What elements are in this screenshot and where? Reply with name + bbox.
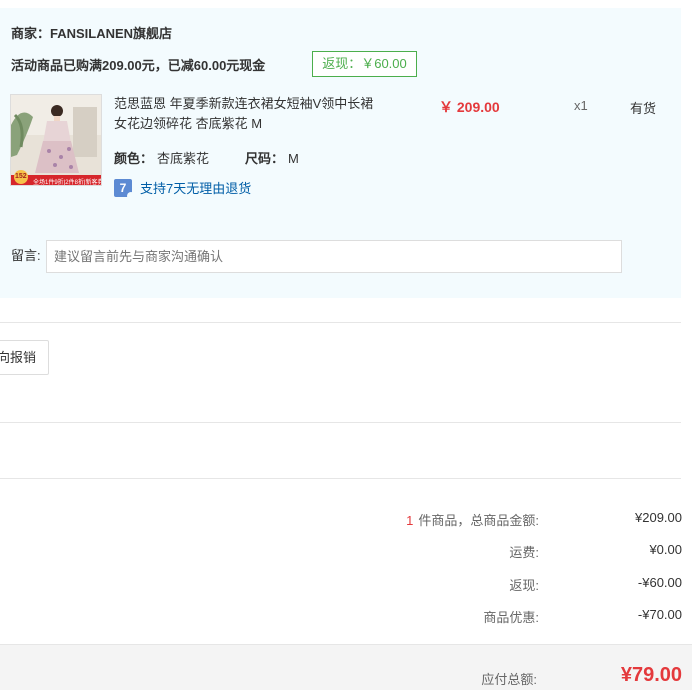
summary-discount-row: 商品优惠: -¥70.00 xyxy=(0,607,682,627)
product-specs: 颜色： 杏底紫花 尺码： M xyxy=(114,148,299,167)
payable-total-bar: 应付总额: ¥79.00 xyxy=(0,644,692,690)
discount-label: 商品优惠: xyxy=(483,610,539,625)
return-policy-text: 支持7天无理由退货 xyxy=(140,181,252,196)
remark-input[interactable] xyxy=(46,240,622,273)
rebate-value: -¥60.00 xyxy=(637,575,682,590)
section-divider xyxy=(0,478,681,479)
item-count: 1 xyxy=(406,513,414,528)
color-label: 颜色： xyxy=(114,151,154,166)
seven-day-return-link[interactable]: 7 支持7天无理由退货 xyxy=(114,178,252,200)
shipping-label: 运费: xyxy=(509,545,539,560)
product-title-link[interactable]: 范思蓝恩 年夏季新款连衣裙女短袖V领中长裙 女花边领碎花 杏底紫花 M xyxy=(114,94,414,134)
payable-total-label: 应付总额: xyxy=(481,672,537,687)
summary-shipping-row: 运费: ¥0.00 xyxy=(0,542,682,562)
product-price: ￥ 209.00 xyxy=(439,99,500,115)
invoice-reimbursement-button[interactable]: 向报销 xyxy=(0,340,49,375)
shipping-value: ¥0.00 xyxy=(649,542,682,557)
color-value: 杏底紫花 xyxy=(157,151,210,166)
product-title-line: 范思蓝恩 年夏季新款连衣裙女短袖V领中长裙 xyxy=(114,96,374,111)
rebate-label: 返现: xyxy=(509,578,539,593)
seven-day-return-icon: 7 xyxy=(114,178,135,200)
summary-items-row: 1 件商品，总商品金额: ¥209.00 xyxy=(0,510,682,530)
product-thumbnail[interactable]: 152 全场1件9折|2件8折|新客券 xyxy=(10,94,102,186)
section-divider xyxy=(0,422,681,423)
discount-value: -¥70.00 xyxy=(637,607,682,622)
items-total-value: ¥209.00 xyxy=(635,510,682,525)
size-value: M xyxy=(288,151,299,166)
summary-rebate-row: 返现: -¥60.00 xyxy=(0,575,682,595)
thumb-banner-text: 全场1件9折|2件8折|新客券 xyxy=(33,180,102,186)
payable-total-value: ¥79.00 xyxy=(620,664,682,686)
merchant-order-panel: 商家：FANSILANEN旗舰店 活动商品已购满209.00元，已减60.00元… xyxy=(0,8,681,298)
items-total-label: 件商品，总商品金额: xyxy=(418,513,539,528)
thumb-price-badge: 152 xyxy=(15,173,27,180)
promotion-summary: 活动商品已购满209.00元，已减60.00元现金 xyxy=(11,58,266,73)
stock-status: 有货 xyxy=(630,101,657,116)
product-quantity: x1 xyxy=(574,98,588,113)
section-divider xyxy=(0,322,681,323)
merchant-name: 商家：FANSILANEN旗舰店 xyxy=(11,26,173,41)
size-label: 尺码： xyxy=(245,151,285,166)
rebate-tag: 返现：￥60.00 xyxy=(312,51,417,77)
remark-label: 留言: xyxy=(11,248,41,263)
product-title-line: 女花边领碎花 杏底紫花 M xyxy=(114,116,263,131)
